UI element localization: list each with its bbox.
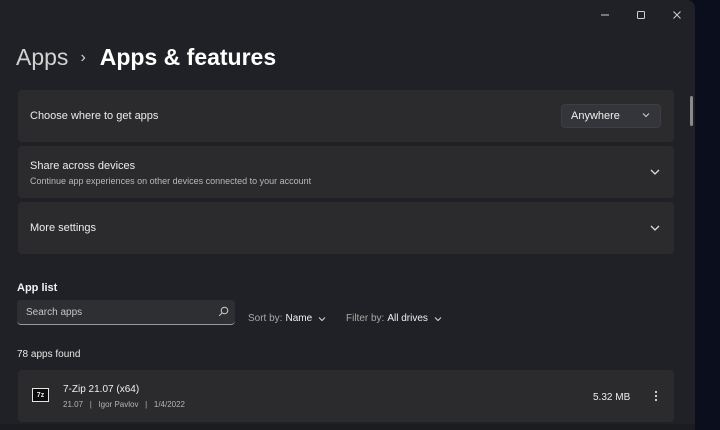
- breadcrumb: Apps › Apps & features: [16, 44, 276, 71]
- breadcrumb-apps-link[interactable]: Apps: [16, 44, 68, 71]
- chevron-down-icon: [318, 316, 326, 321]
- next-list-item-edge: [0, 424, 695, 430]
- list-item[interactable]: 7z 7-Zip 21.07 (x64) 21.07 | Igor Pavlov…: [18, 370, 674, 422]
- page-title: Apps & features: [99, 44, 277, 70]
- get-apps-setting-card: Choose where to get apps Anywhere: [18, 90, 674, 142]
- minimize-icon: [601, 14, 609, 16]
- get-apps-dropdown[interactable]: Anywhere: [561, 104, 661, 128]
- filter-by-dropdown[interactable]: Filter by: All drives: [346, 313, 443, 324]
- share-subtitle: Continue app experiences on other device…: [30, 176, 312, 186]
- filter-by-value: All drives: [387, 313, 428, 324]
- app-name: 7-Zip 21.07 (x64): [63, 384, 140, 395]
- maximize-icon: [637, 11, 645, 19]
- filter-by-label: Filter by:: [346, 313, 385, 324]
- app-icon-7zip: 7z: [32, 388, 49, 402]
- search-input[interactable]: [24, 304, 208, 321]
- chevron-right-icon: ›: [80, 48, 86, 66]
- search-icon[interactable]: [218, 306, 229, 317]
- sort-by-value: Name: [285, 313, 313, 324]
- window-controls: [587, 0, 695, 30]
- scrollbar-thumb[interactable]: [690, 96, 693, 126]
- chevron-down-icon: [434, 316, 442, 321]
- search-apps-box[interactable]: [17, 300, 235, 325]
- maximize-button[interactable]: [623, 0, 659, 30]
- share-across-devices-card[interactable]: Share across devices Continue app experi…: [18, 146, 674, 198]
- apps-found-count: 78 apps found: [17, 349, 81, 360]
- app-size: 5.32 MB: [593, 392, 631, 403]
- close-icon: [673, 11, 681, 19]
- more-settings-title: More settings: [30, 222, 97, 234]
- sort-by-dropdown[interactable]: Sort by: Name: [248, 313, 327, 324]
- close-button[interactable]: [659, 0, 695, 30]
- desktop-background: Apps › Apps & features Choose where to g…: [0, 0, 720, 430]
- get-apps-dropdown-value: Anywhere: [571, 110, 620, 122]
- app-meta: 21.07 | Igor Pavlov | 1/4/2022: [63, 400, 186, 409]
- settings-window: Apps › Apps & features Choose where to g…: [0, 0, 695, 430]
- chevron-down-icon[interactable]: [648, 221, 662, 235]
- sort-by-label: Sort by:: [248, 313, 283, 324]
- share-title: Share across devices: [30, 160, 136, 172]
- chevron-down-icon[interactable]: [648, 165, 662, 179]
- chevron-down-icon: [642, 113, 650, 118]
- get-apps-title: Choose where to get apps: [30, 110, 159, 122]
- minimize-button[interactable]: [587, 0, 623, 30]
- app-list-heading: App list: [17, 282, 58, 294]
- more-options-icon[interactable]: [652, 389, 660, 403]
- more-settings-card[interactable]: More settings: [18, 202, 674, 254]
